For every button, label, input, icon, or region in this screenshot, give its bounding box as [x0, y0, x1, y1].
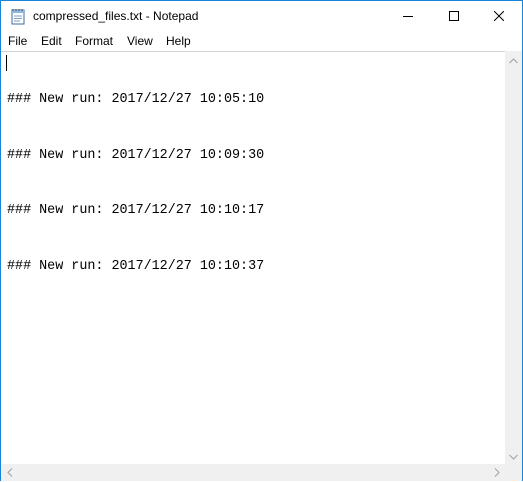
title-bar[interactable]: compressed_files.txt - Notepad: [1, 1, 522, 32]
menu-format[interactable]: Format: [75, 34, 113, 48]
chevron-left-icon: [6, 464, 13, 482]
horizontal-scrollbar[interactable]: [1, 464, 505, 481]
chevron-up-icon: [509, 51, 518, 69]
size-grip[interactable]: [505, 464, 522, 481]
scroll-right-button[interactable]: [488, 464, 505, 481]
close-button[interactable]: [476, 1, 522, 32]
close-icon: [493, 8, 505, 26]
maximize-icon: [449, 8, 459, 26]
text-editor-area[interactable]: ### New run: 2017/12/27 10:05:10 ### New…: [1, 51, 505, 464]
menu-help[interactable]: Help: [166, 34, 191, 48]
text-line: ### New run: 2017/12/27 10:10:17: [7, 203, 265, 218]
window-title: compressed_files.txt - Notepad: [33, 9, 199, 23]
menu-edit[interactable]: Edit: [41, 34, 62, 48]
maximize-button[interactable]: [431, 1, 477, 32]
scroll-left-button[interactable]: [1, 464, 18, 481]
menu-file[interactable]: File: [8, 34, 27, 48]
text-line: ### New run: 2017/12/27 10:05:10: [7, 92, 265, 107]
scroll-down-button[interactable]: [505, 447, 522, 464]
scroll-up-button[interactable]: [505, 51, 522, 68]
notepad-icon[interactable]: [10, 8, 26, 25]
minimize-icon: [403, 8, 413, 26]
menu-view[interactable]: View: [127, 34, 153, 48]
text-line: ### New run: 2017/12/27 10:10:37: [7, 258, 265, 274]
text-line: ### New run: 2017/12/27 10:09:30: [7, 147, 265, 163]
document-text[interactable]: ### New run: 2017/12/27 10:05:10 ### New…: [7, 54, 264, 313]
chevron-down-icon: [509, 447, 518, 465]
chevron-right-icon: [494, 464, 500, 482]
vertical-scrollbar[interactable]: [505, 51, 522, 464]
minimize-button[interactable]: [385, 1, 431, 32]
notepad-window: compressed_files.txt - Notepad File Edit…: [0, 0, 523, 481]
menu-bar: File Edit Format View Help: [1, 32, 522, 51]
